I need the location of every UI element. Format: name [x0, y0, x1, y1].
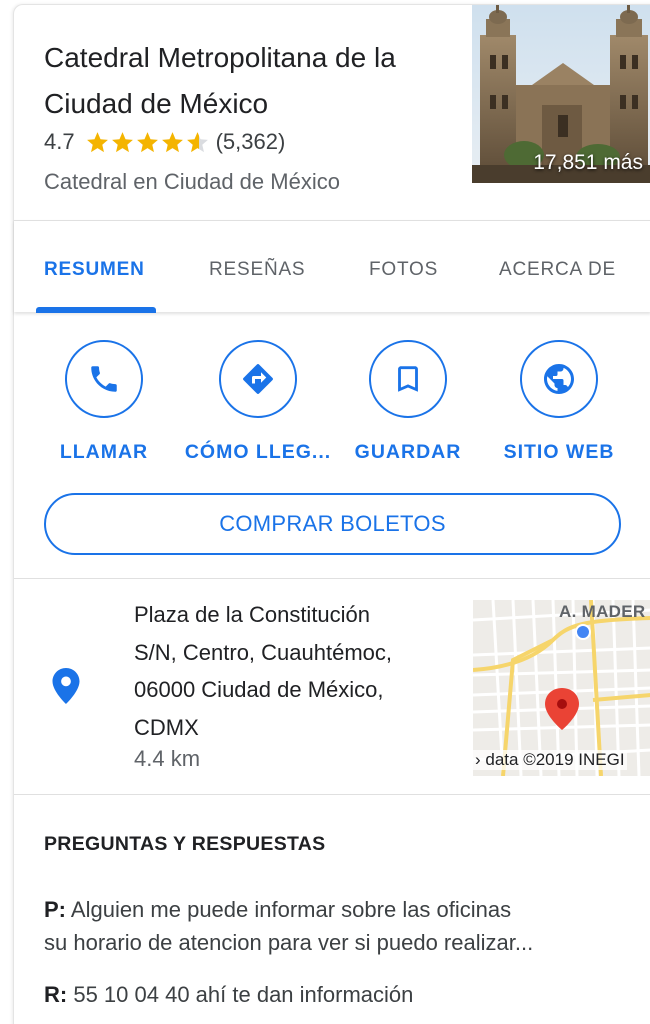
star-icon [86, 131, 108, 152]
directions-icon [243, 364, 273, 394]
question[interactable]: P: Alguien me puede informar sobre las o… [44, 893, 624, 959]
answer-text: 55 10 04 40 ahí te dan información [73, 982, 414, 1007]
active-tab-indicator [36, 307, 156, 313]
address-line: 06000 Ciudad de México, [134, 677, 384, 702]
phone-icon [91, 366, 117, 392]
directions-label: CÓMO LLEG... [184, 441, 332, 463]
call-label: LLAMAR [59, 441, 149, 463]
call-button-circle [65, 340, 143, 418]
map-thumbnail[interactable]: A. MADER › data ©2019 INEGI [473, 600, 650, 776]
website-button-circle [520, 340, 598, 418]
qa-section: PREGUNTAS Y RESPUESTAS P: Alguien me pue… [14, 795, 650, 1024]
tab-bar: RESUMEN RESEÑAS FOTOS ACERCA DE [14, 220, 650, 313]
directions-button[interactable]: CÓMO LLEG... [178, 340, 338, 464]
location-pin-icon [52, 668, 80, 704]
answer-prefix: R: [44, 982, 68, 1007]
star-icon [136, 131, 158, 152]
address-section[interactable]: Plaza de la Constitución S/N, Centro, Cu… [14, 580, 650, 794]
save-button[interactable]: GUARDAR [328, 340, 488, 464]
tab-resenas[interactable]: RESEÑAS [209, 259, 305, 281]
address-line: CDMX [134, 714, 199, 740]
tab-acerca-de[interactable]: ACERCA DE [499, 259, 616, 281]
save-button-circle [369, 340, 447, 418]
globe-icon [544, 364, 574, 394]
save-label: GUARDAR [354, 441, 462, 463]
address-line: S/N, Centro, Cuauhtémoc, [134, 639, 393, 665]
star-icon [111, 131, 133, 152]
call-button[interactable]: LLAMAR [24, 340, 184, 464]
tab-resumen[interactable]: RESUMEN [44, 259, 145, 281]
place-title: Catedral Metropolitana de la Ciudad de M… [44, 42, 396, 119]
place-photo[interactable]: 17,851 más [472, 5, 650, 183]
answer[interactable]: R: 55 10 04 40 ahí te dan información [44, 978, 624, 1011]
qa-title: PREGUNTAS Y RESPUESTAS [44, 833, 326, 855]
rating-stars [85, 130, 210, 155]
rating-value: 4.7 [44, 129, 75, 154]
map-credit: › data ©2019 INEGI [473, 750, 627, 770]
question-prefix: P: [44, 897, 66, 922]
action-row: LLAMAR CÓMO LLEG... GUARDAR SITIO WEB [14, 340, 650, 470]
star-icon [161, 131, 183, 152]
map-street-label: A. MADER [559, 602, 646, 621]
rating-row[interactable]: 4.7 (5,362) [44, 129, 285, 155]
answer-line: R: 55 10 04 40 ahí te dan información [44, 978, 624, 1011]
website-label: SITIO WEB [503, 441, 615, 463]
star-half-icon [186, 131, 208, 152]
tab-fotos[interactable]: FOTOS [369, 259, 438, 281]
distance: 4.4 km [134, 746, 201, 771]
place-header: Catedral Metropolitana de la Ciudad de M… [14, 5, 650, 220]
question-text: Alguien me puede informar sobre las ofic… [70, 897, 512, 922]
question-line: su horario de atencion para ver si puedo… [44, 930, 534, 955]
question-line: P: Alguien me puede informar sobre las o… [44, 893, 624, 926]
section-divider [14, 578, 650, 579]
website-button[interactable]: SITIO WEB [479, 340, 639, 464]
bookmark-icon [398, 366, 418, 392]
address-line: Plaza de la Constitución [134, 602, 371, 627]
reviews-count: (5,362) [215, 129, 286, 154]
place-card: Catedral Metropolitana de la Ciudad de M… [13, 4, 650, 1024]
address-text: Plaza de la Constitución S/N, Centro, Cu… [134, 596, 464, 746]
place-category: Catedral en Ciudad de México [44, 169, 340, 194]
buy-tickets-button[interactable]: COMPRAR BOLETOS [44, 493, 621, 555]
directions-button-circle [219, 340, 297, 418]
photo-count: 17,851 más [533, 151, 643, 174]
